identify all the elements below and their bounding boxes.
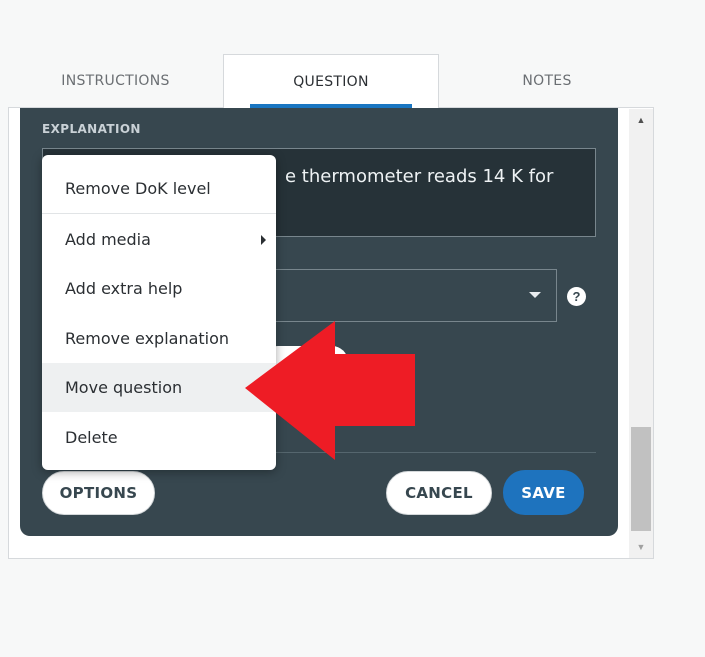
tab-question[interactable]: QUESTION (223, 54, 439, 108)
explanation-label: EXPLANATION (42, 122, 141, 136)
menu-item-label: Remove explanation (65, 329, 230, 348)
menu-item-label: Delete (65, 428, 118, 447)
annotation-arrow-icon (245, 321, 415, 460)
menu-separator (42, 213, 276, 214)
tab-instructions[interactable]: INSTRUCTIONS (8, 54, 223, 108)
scrollbar[interactable]: ▲ ▼ (629, 109, 653, 558)
tab-notes[interactable]: NOTES (439, 54, 655, 108)
save-button[interactable]: SAVE (503, 470, 584, 515)
menu-item-label: Add extra help (65, 279, 183, 298)
submenu-caret-icon (261, 235, 266, 245)
scrollbar-thumb[interactable] (631, 427, 651, 531)
active-tab-indicator (250, 104, 412, 108)
menu-item-label: Add media (65, 230, 151, 249)
menu-item-add-extra-help[interactable]: Add extra help (42, 264, 276, 313)
chevron-down-icon[interactable] (529, 292, 541, 298)
menu-item-label: Remove DoK level (65, 179, 211, 198)
menu-item-add-media[interactable]: Add media (42, 215, 276, 264)
menu-item-remove-dok-level[interactable]: Remove DoK level (42, 164, 276, 213)
options-button[interactable]: OPTIONS (42, 471, 155, 515)
tab-bar: INSTRUCTIONS QUESTION NOTES (0, 0, 705, 108)
menu-item-label: Move question (65, 378, 183, 397)
help-icon[interactable]: ? (567, 287, 586, 306)
scroll-up-icon[interactable]: ▲ (629, 109, 653, 131)
cancel-button[interactable]: CANCEL (386, 471, 492, 515)
scroll-down-icon[interactable]: ▼ (629, 536, 653, 558)
explanation-text: e thermometer reads 14 K for (285, 166, 554, 187)
